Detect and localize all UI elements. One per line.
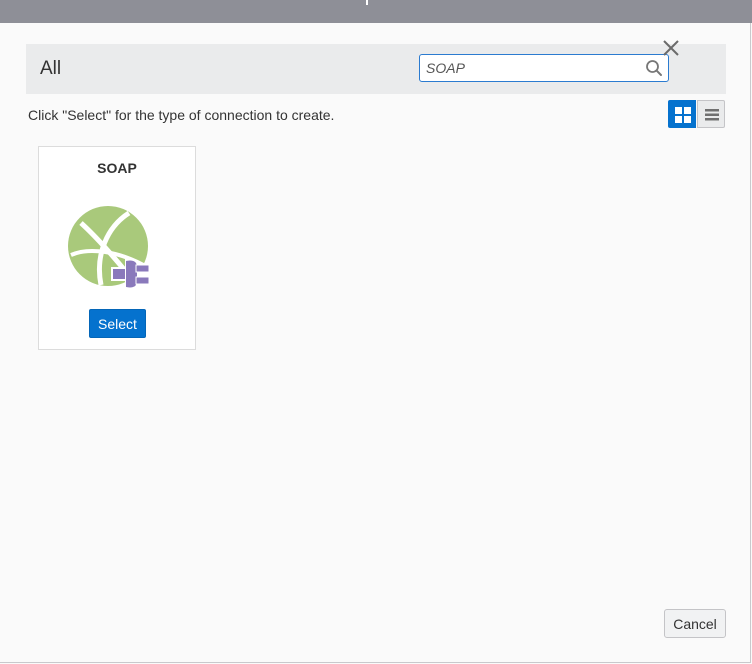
background-header-bar bbox=[0, 0, 752, 23]
list-view-button[interactable] bbox=[697, 100, 725, 128]
grid-icon bbox=[675, 107, 691, 123]
grid-view-button[interactable] bbox=[668, 100, 696, 128]
header-divider bbox=[366, 0, 368, 5]
search-icon[interactable] bbox=[645, 59, 663, 77]
cancel-button[interactable]: Cancel bbox=[664, 609, 726, 638]
select-button[interactable]: Select bbox=[89, 309, 146, 338]
connection-card-soap: SOAP Select bbox=[38, 146, 196, 350]
filter-bar: All bbox=[26, 44, 726, 94]
soap-globe-plug-icon bbox=[67, 205, 167, 300]
instruction-text: Click "Select" for the type of connectio… bbox=[28, 107, 335, 123]
list-icon bbox=[705, 109, 719, 121]
filter-title: All bbox=[40, 58, 62, 79]
search-input[interactable] bbox=[426, 58, 638, 78]
search-box[interactable] bbox=[419, 54, 669, 82]
close-icon[interactable] bbox=[662, 39, 680, 57]
create-connection-dialog: All Click "Select" for the type of conne… bbox=[0, 23, 751, 663]
connection-card-title: SOAP bbox=[97, 160, 137, 176]
